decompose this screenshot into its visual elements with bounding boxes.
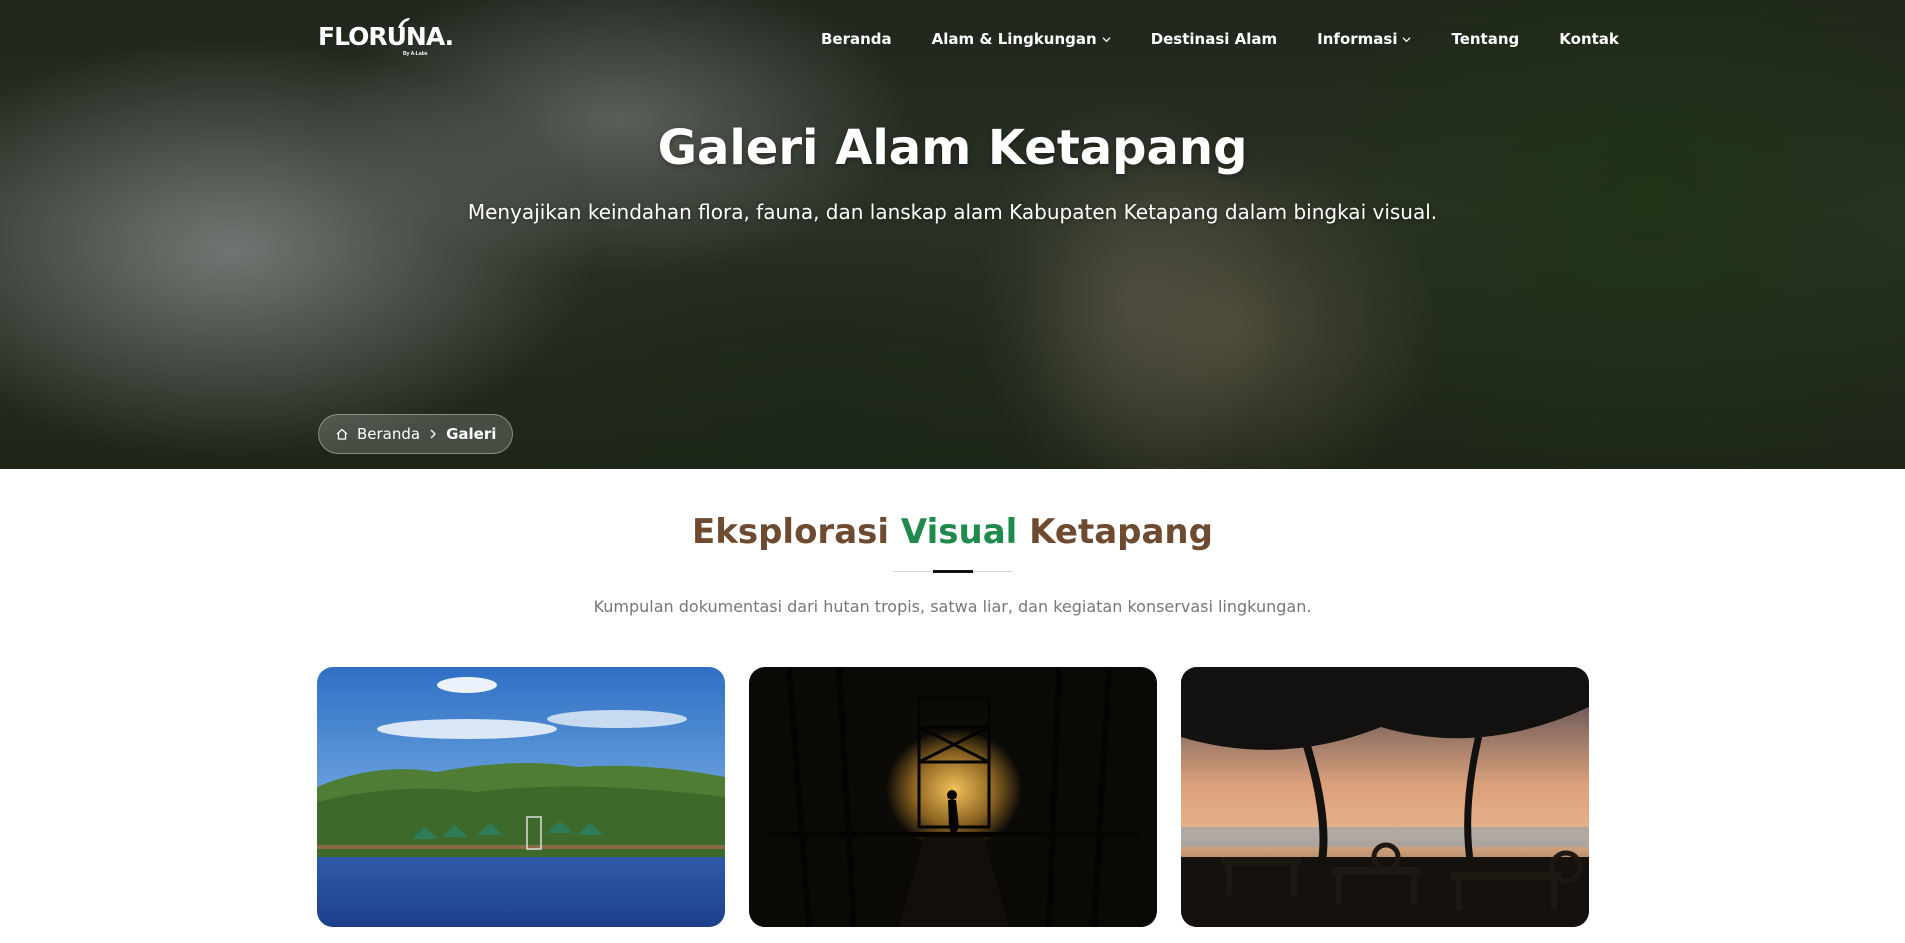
nav-item-destinasi-alam[interactable]: Destinasi Alam — [1151, 30, 1277, 48]
gallery-image-bridge-silhouette[interactable] — [749, 667, 1157, 927]
section-title-part2: Ketapang — [1029, 512, 1213, 552]
section-subtitle: Kumpulan dokumentasi dari hutan tropis, … — [593, 597, 1312, 616]
nav-label: Kontak — [1559, 30, 1619, 48]
section-title-accent: Visual — [900, 512, 1018, 552]
bird-icon — [398, 18, 410, 28]
home-icon — [336, 428, 348, 440]
breadcrumb-current: Galeri — [446, 425, 497, 443]
page-subtitle: Menyajikan keindahan flora, fauna, dan l… — [467, 200, 1438, 224]
hero-banner: FLORUNA. By A-Labs Beranda Alam & Lingku… — [0, 0, 1905, 469]
nav-item-informasi[interactable]: Informasi — [1317, 30, 1412, 48]
main-nav: Beranda Alam & Lingkungan Destinasi Alam… — [821, 30, 1619, 48]
page-title: Galeri Alam Ketapang — [657, 120, 1248, 176]
section-title: Eksplorasi Visual Ketapang — [0, 512, 1905, 552]
nav-item-beranda[interactable]: Beranda — [821, 30, 892, 48]
chevron-down-icon — [1102, 36, 1111, 42]
chevron-right-icon — [430, 429, 437, 439]
logo-tagline: By A-Labs — [403, 51, 428, 57]
section-title-part1: Eksplorasi — [692, 512, 890, 552]
gallery-image-mangrove[interactable] — [317, 667, 725, 927]
nav-item-kontak[interactable]: Kontak — [1559, 30, 1619, 48]
gallery-grid — [317, 667, 1589, 927]
logo-text: FLORUNA. — [318, 22, 454, 51]
nav-item-alam-lingkungan[interactable]: Alam & Lingkungan — [932, 30, 1111, 48]
chevron-down-icon — [1402, 36, 1412, 42]
breadcrumb: Beranda Galeri — [318, 414, 514, 454]
nav-label: Informasi — [1317, 30, 1398, 48]
nav-label: Destinasi Alam — [1150, 30, 1278, 48]
nav-label: Beranda — [821, 30, 892, 48]
site-logo[interactable]: FLORUNA. By A-Labs — [318, 18, 454, 57]
nav-label: Alam & Lingkungan — [931, 30, 1097, 48]
nav-label: Tentang — [1451, 30, 1520, 48]
nav-item-tentang[interactable]: Tentang — [1451, 30, 1519, 48]
breadcrumb-home-link[interactable]: Beranda — [357, 425, 420, 443]
section-divider — [893, 570, 1013, 573]
gallery-image-beach-sunset[interactable] — [1181, 667, 1589, 927]
